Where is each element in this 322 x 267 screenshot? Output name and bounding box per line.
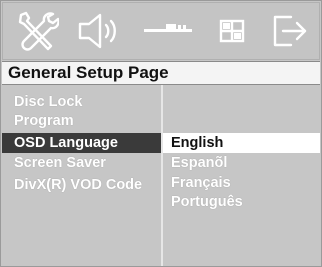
option-label: Espanõl [171, 155, 228, 171]
setup-icon-bar [2, 2, 320, 60]
exit-icon[interactable] [265, 7, 317, 55]
menu-item-label: OSD Language [14, 135, 118, 151]
video-display-icon[interactable] [139, 7, 197, 55]
option-francais[interactable]: Français [163, 173, 320, 193]
menu-item-program[interactable]: Program [2, 111, 161, 131]
setup-screen: General Setup Page Disc Lock Program OSD… [0, 0, 322, 267]
menu-item-screen-saver[interactable]: Screen Saver [2, 153, 161, 173]
language-options: English Espanõl Français Português [163, 85, 320, 266]
option-english[interactable]: English [163, 133, 320, 153]
menu-item-label: DivX(R) VOD Code [14, 177, 143, 193]
tools-icon[interactable] [9, 7, 65, 55]
option-label: Português [171, 194, 243, 210]
menu-item-divx-vod-code[interactable]: DivX(R) VOD Code [2, 175, 161, 195]
setup-menu: Disc Lock Program OSD Language Screen Sa… [2, 85, 161, 266]
option-label: English [171, 135, 224, 151]
page-title: General Setup Page [8, 63, 169, 82]
menu-item-label: Program [14, 113, 74, 129]
page-title-bar: General Setup Page [2, 61, 320, 85]
menu-item-osd-language[interactable]: OSD Language [2, 133, 161, 153]
option-espanol[interactable]: Espanõl [163, 153, 320, 173]
option-label: Français [171, 175, 231, 191]
menu-item-label: Disc Lock [14, 94, 83, 110]
option-portugues[interactable]: Português [163, 192, 320, 212]
menu-item-disc-lock[interactable]: Disc Lock [2, 92, 161, 112]
speaker-icon[interactable] [73, 7, 129, 55]
menu-item-label: Screen Saver [14, 155, 106, 171]
preferences-icon[interactable] [207, 7, 257, 55]
